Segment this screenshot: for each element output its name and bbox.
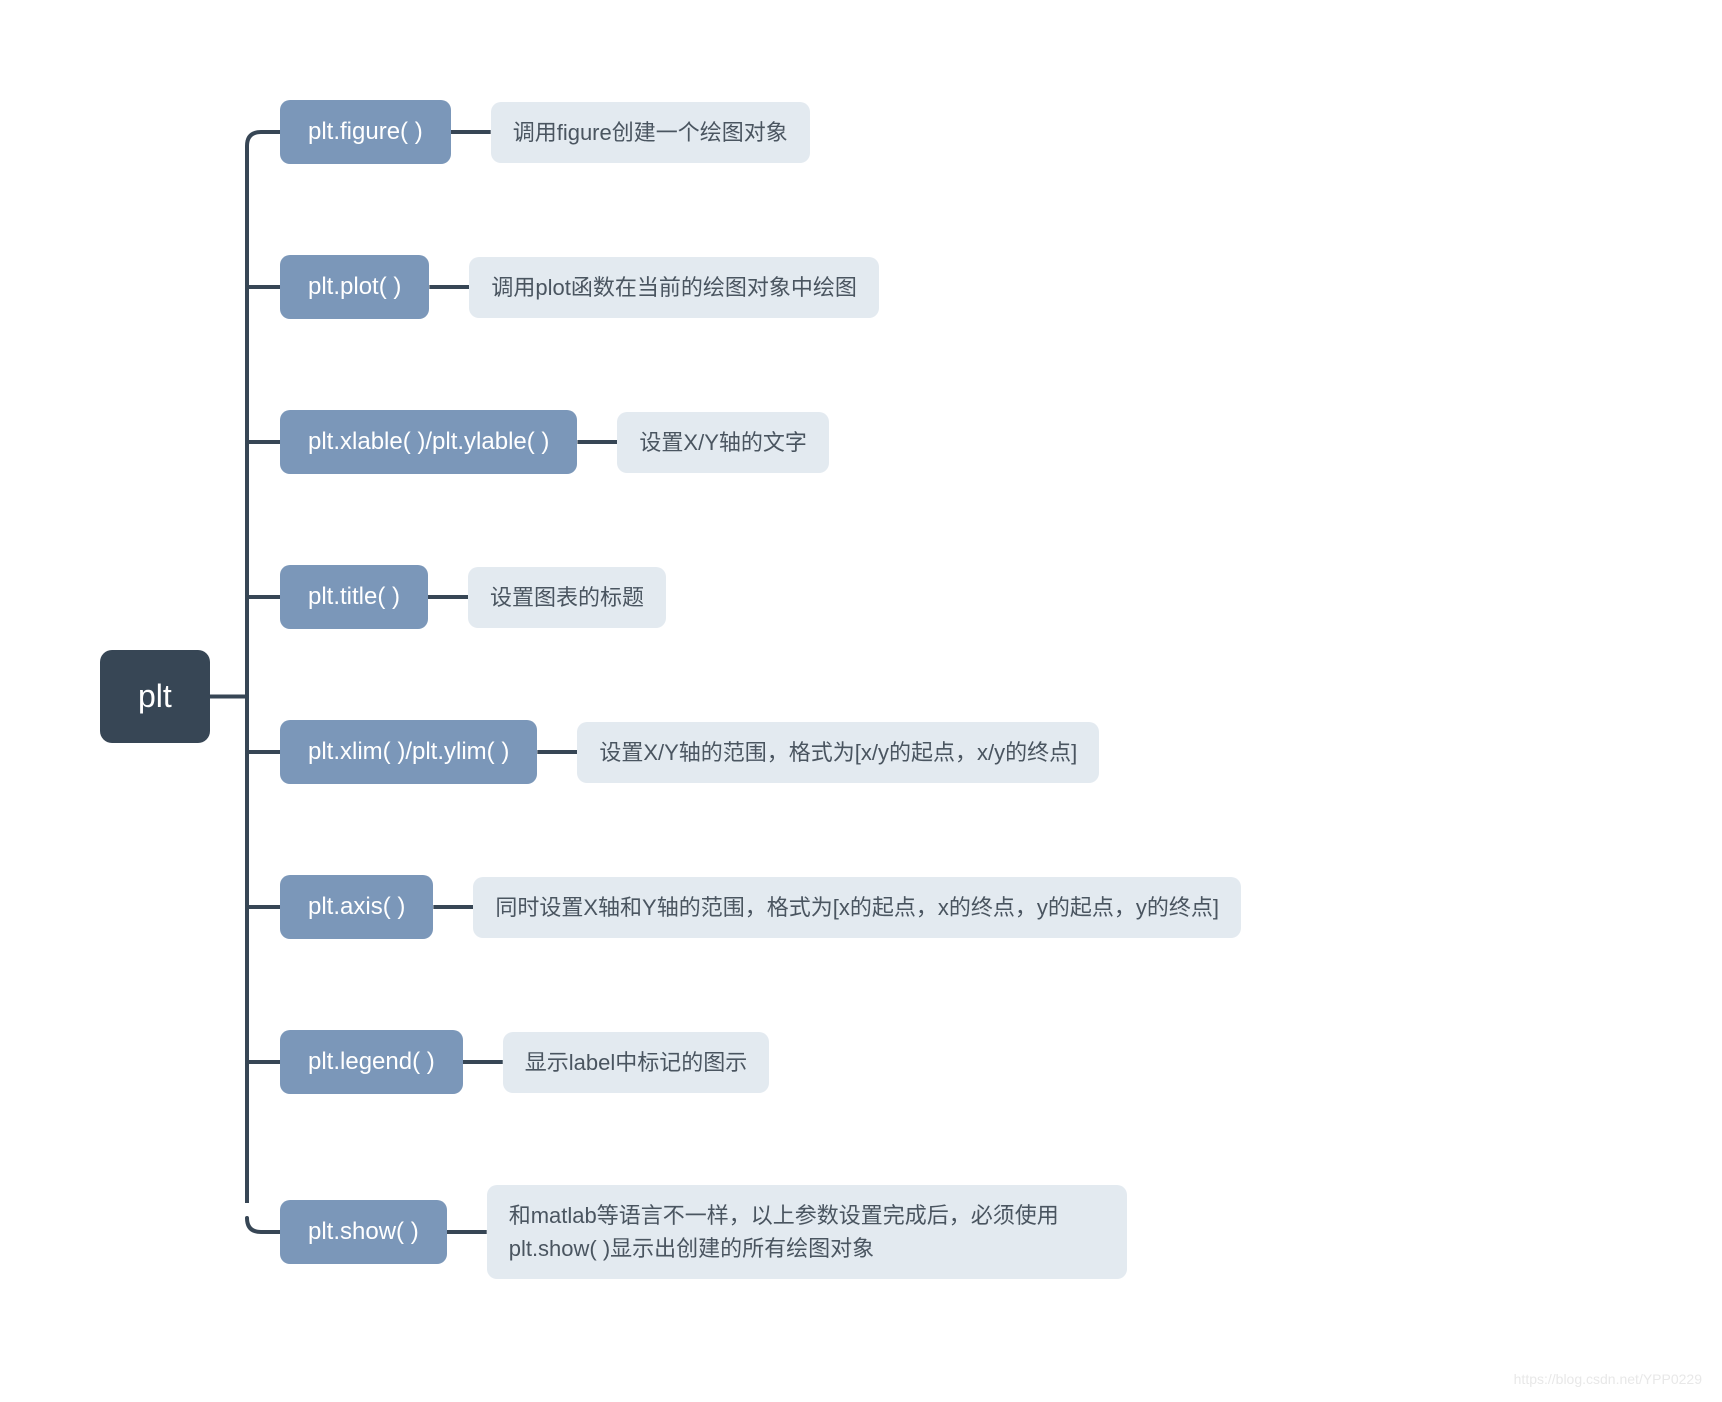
description-node: 同时设置X轴和Y轴的范围，格式为[x的起点，x的终点，y的起点，y的终点] (473, 877, 1241, 938)
mindmap-container: plt plt.figure( ) 调用figure创建一个绘图对象 plt.plo… (0, 0, 1722, 1402)
function-node: plt.xlable( )/plt.ylable( ) (280, 410, 577, 474)
description-node: 设置X/Y轴的范围，格式为[x/y的起点，x/y的终点] (577, 722, 1099, 783)
function-node: plt.show( ) (280, 1200, 447, 1264)
branch-row: plt.legend( ) 显示label中标记的图示 (280, 1030, 769, 1094)
root-node: plt (100, 650, 210, 743)
connector-gap (451, 130, 491, 134)
function-node: plt.plot( ) (280, 255, 429, 319)
description-node: 显示label中标记的图示 (503, 1032, 769, 1093)
description-node: 和matlab等语言不一样，以上参数设置完成后，必须使用plt.show( )显… (487, 1185, 1127, 1279)
function-node: plt.title( ) (280, 565, 428, 629)
branch-row: plt.xlim( )/plt.ylim( ) 设置X/Y轴的范围，格式为[x/y… (280, 720, 1099, 784)
description-node: 设置图表的标题 (468, 567, 666, 628)
function-node: plt.axis( ) (280, 875, 433, 939)
function-node: plt.xlim( )/plt.ylim( ) (280, 720, 537, 784)
watermark: https://blog.csdn.net/YPP0229 (1514, 1371, 1702, 1387)
branch-row: plt.show( ) 和matlab等语言不一样，以上参数设置完成后，必须使用p… (280, 1185, 1127, 1279)
description-node: 设置X/Y轴的文字 (617, 412, 828, 473)
description-node: 调用figure创建一个绘图对象 (491, 102, 810, 163)
branch-row: plt.xlable( )/plt.ylable( ) 设置X/Y轴的文字 (280, 410, 829, 474)
branch-row: plt.axis( ) 同时设置X轴和Y轴的范围，格式为[x的起点，x的终点，y的… (280, 875, 1241, 939)
function-node: plt.legend( ) (280, 1030, 463, 1094)
connector-gap (537, 750, 577, 754)
connector-gap (463, 1060, 503, 1064)
connector-gap (429, 285, 469, 289)
branch-row: plt.plot( ) 调用plot函数在当前的绘图对象中绘图 (280, 255, 879, 319)
function-node: plt.figure( ) (280, 100, 451, 164)
connector-gap (428, 595, 468, 599)
connector-gap (577, 440, 617, 444)
connector-gap (447, 1230, 487, 1234)
connector-gap (433, 905, 473, 909)
description-node: 调用plot函数在当前的绘图对象中绘图 (469, 257, 878, 318)
branch-row: plt.figure( ) 调用figure创建一个绘图对象 (280, 100, 810, 164)
branch-row: plt.title( ) 设置图表的标题 (280, 565, 666, 629)
root-label: plt (138, 678, 172, 714)
